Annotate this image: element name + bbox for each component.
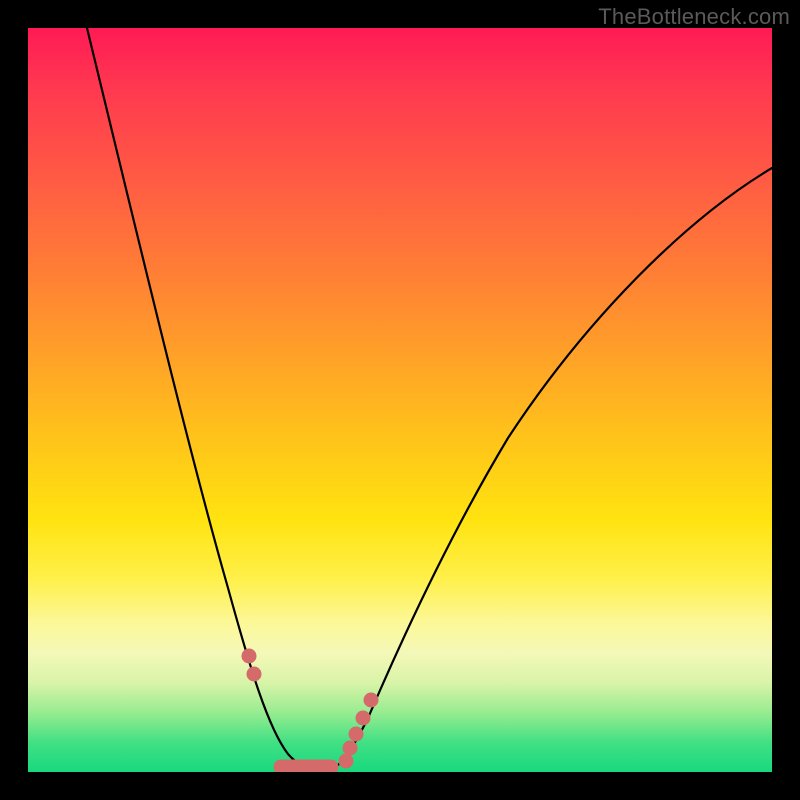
chart-frame: TheBottleneck.com bbox=[0, 0, 800, 800]
bottleneck-curve bbox=[87, 28, 772, 770]
optimal-range-markers bbox=[242, 649, 378, 772]
watermark-text: TheBottleneck.com bbox=[598, 4, 790, 30]
plot-area bbox=[28, 28, 772, 772]
bottleneck-curve-svg bbox=[28, 28, 772, 772]
